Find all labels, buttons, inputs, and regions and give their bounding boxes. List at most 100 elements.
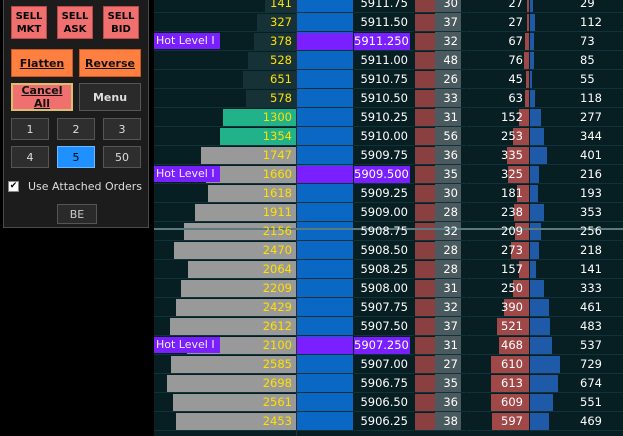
ladder-row[interactable]: 141 5911.75 30 27 29 (154, 0, 623, 13)
bid-cell[interactable]: 609 (467, 393, 529, 412)
bid-cell[interactable]: 390 (467, 298, 529, 317)
ladder-row[interactable]: Hot Level I 2100 5907.250 31 468 537 (154, 336, 623, 355)
price-cell[interactable]: 5906.25 (354, 412, 414, 431)
flatten-button[interactable]: Flatten (11, 49, 73, 77)
cancel-all-button[interactable]: Cancel All (11, 83, 73, 111)
ask-cell[interactable]: 401 (530, 146, 623, 165)
ask-cell[interactable]: 218 (530, 241, 623, 260)
ask-order-cell[interactable] (297, 0, 353, 13)
qty-1-button[interactable]: 1 (11, 118, 49, 140)
ladder-row[interactable]: 2156 5908.75 32 209 256 (154, 222, 623, 241)
ladder-row[interactable]: 2585 5907.00 27 610 729 (154, 355, 623, 374)
bid-cell[interactable]: 250 (467, 279, 529, 298)
ask-order-cell[interactable] (297, 13, 353, 32)
ask-order-cell[interactable] (297, 70, 353, 89)
price-cell[interactable]: 5907.250 (354, 336, 414, 355)
ask-cell[interactable]: 29 (530, 0, 623, 13)
price-cell[interactable]: 5908.75 (354, 222, 414, 241)
reverse-button[interactable]: Reverse (79, 49, 141, 77)
ask-cell[interactable]: 73 (530, 32, 623, 51)
ask-cell[interactable]: 483 (530, 317, 623, 336)
ask-cell[interactable]: 216 (530, 165, 623, 184)
ladder-row[interactable]: 2064 5908.25 28 157 141 (154, 260, 623, 279)
ask-order-cell[interactable] (297, 279, 353, 298)
bid-cell[interactable]: 45 (467, 70, 529, 89)
ask-cell[interactable]: 277 (530, 108, 623, 127)
ask-cell[interactable]: 729 (530, 355, 623, 374)
menu-button[interactable]: Menu (79, 83, 141, 111)
ladder-row[interactable]: 2209 5908.00 31 250 333 (154, 279, 623, 298)
price-cell[interactable]: 5908.00 (354, 279, 414, 298)
sell-bid-button[interactable]: SELL BID (103, 6, 139, 39)
price-cell[interactable]: 5909.00 (354, 203, 414, 222)
ask-cell[interactable]: 469 (530, 412, 623, 431)
bid-cell[interactable]: 157 (467, 260, 529, 279)
price-cell[interactable]: 5907.50 (354, 317, 414, 336)
ladder-row[interactable]: 1354 5910.00 56 253 344 (154, 127, 623, 146)
ask-order-cell[interactable] (297, 51, 353, 70)
bid-cell[interactable]: 521 (467, 317, 529, 336)
ask-cell[interactable]: 537 (530, 336, 623, 355)
bid-cell[interactable]: 468 (467, 336, 529, 355)
bid-cell[interactable]: 67 (467, 32, 529, 51)
use-attached-orders-checkbox[interactable]: ✔ (8, 181, 19, 192)
ladder-row[interactable]: 2561 5906.50 36 609 551 (154, 393, 623, 412)
bid-cell[interactable]: 209 (467, 222, 529, 241)
ask-order-cell[interactable] (297, 108, 353, 127)
ladder-row[interactable]: 2612 5907.50 37 521 483 (154, 317, 623, 336)
price-cell[interactable]: 5911.250 (354, 32, 414, 51)
price-cell[interactable]: 5910.50 (354, 89, 414, 108)
price-cell[interactable]: 5907.75 (354, 298, 414, 317)
price-ladder[interactable]: 141 5911.75 30 27 29 327 5911.50 37 27 112 Hot Lev… (154, 0, 623, 436)
ask-order-cell[interactable] (297, 355, 353, 374)
ask-cell[interactable]: 55 (530, 70, 623, 89)
ladder-row[interactable]: 528 5911.00 48 76 85 (154, 51, 623, 70)
ask-order-cell[interactable] (297, 203, 353, 222)
ask-order-cell[interactable] (297, 241, 353, 260)
ask-order-cell[interactable] (297, 222, 353, 241)
bid-cell[interactable]: 597 (467, 412, 529, 431)
ask-order-cell[interactable] (297, 184, 353, 203)
ladder-row[interactable]: 1911 5909.00 28 238 353 (154, 203, 623, 222)
bid-cell[interactable]: 27 (467, 13, 529, 32)
ask-order-cell[interactable] (297, 336, 353, 355)
ask-cell[interactable]: 353 (530, 203, 623, 222)
ladder-row[interactable]: 327 5911.50 37 27 112 (154, 13, 623, 32)
ladder-row[interactable]: 651 5910.75 26 45 55 (154, 70, 623, 89)
qty-2-button[interactable]: 2 (57, 118, 95, 140)
ladder-row[interactable]: 2429 5907.75 32 390 461 (154, 298, 623, 317)
ask-cell[interactable]: 85 (530, 51, 623, 70)
sell-ask-button[interactable]: SELL ASK (57, 6, 93, 39)
ask-order-cell[interactable] (297, 393, 353, 412)
qty-5-button[interactable]: 5 (57, 146, 95, 168)
bid-cell[interactable]: 335 (467, 146, 529, 165)
ask-order-cell[interactable] (297, 146, 353, 165)
ladder-row[interactable]: 1747 5909.75 36 335 401 (154, 146, 623, 165)
bid-cell[interactable]: 253 (467, 127, 529, 146)
price-cell[interactable]: 5908.25 (354, 260, 414, 279)
ladder-row[interactable]: Hot Level I 378 5911.250 32 67 73 (154, 32, 623, 51)
ask-order-cell[interactable] (297, 412, 353, 431)
ask-cell[interactable]: 112 (530, 13, 623, 32)
ask-order-cell[interactable] (297, 127, 353, 146)
ladder-row[interactable]: 2453 5906.25 38 597 469 (154, 412, 623, 431)
ask-order-cell[interactable] (297, 89, 353, 108)
price-cell[interactable]: 5911.00 (354, 51, 414, 70)
ask-cell[interactable]: 118 (530, 89, 623, 108)
ladder-row[interactable]: 2470 5908.50 28 273 218 (154, 241, 623, 260)
bid-cell[interactable]: 610 (467, 355, 529, 374)
price-cell[interactable]: 5910.75 (354, 70, 414, 89)
ask-cell[interactable]: 551 (530, 393, 623, 412)
ask-cell[interactable]: 141 (530, 260, 623, 279)
bid-cell[interactable]: 238 (467, 203, 529, 222)
qty-50-button[interactable]: 50 (103, 146, 141, 168)
price-cell[interactable]: 5906.75 (354, 374, 414, 393)
price-cell[interactable]: 5906.50 (354, 393, 414, 412)
breakeven-button[interactable]: BE (57, 204, 97, 224)
bid-cell[interactable]: 152 (467, 108, 529, 127)
price-cell[interactable]: 5911.75 (354, 0, 414, 13)
price-cell[interactable]: 5910.25 (354, 108, 414, 127)
bid-cell[interactable]: 181 (467, 184, 529, 203)
price-cell[interactable]: 5909.500 (354, 165, 414, 184)
bid-cell[interactable]: 613 (467, 374, 529, 393)
